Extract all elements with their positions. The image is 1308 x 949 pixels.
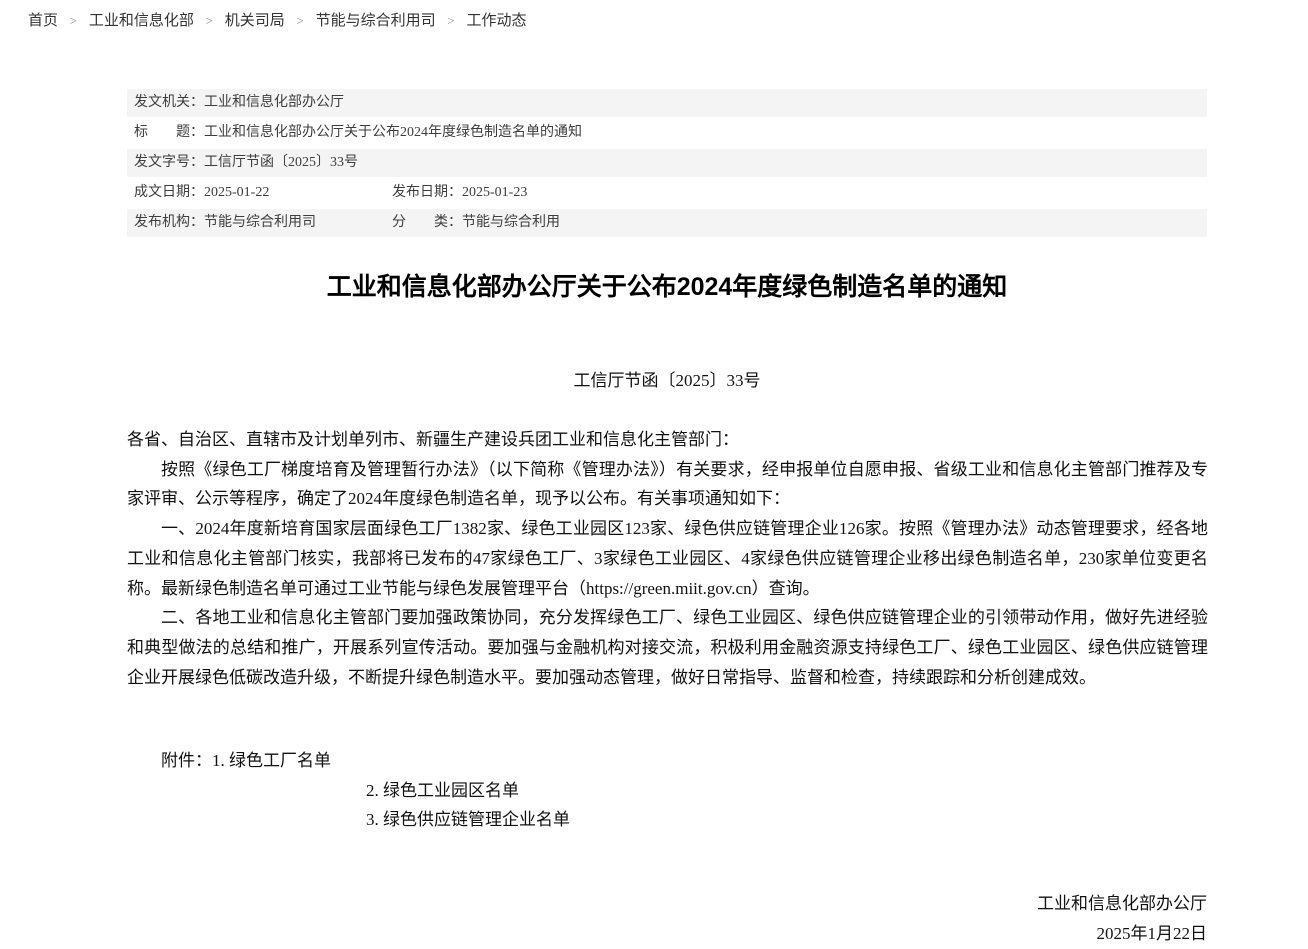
meta-label: 发布日期： [392,185,462,200]
meta-row-dates: 成文日期：2025-01-22 发布日期：2025-01-23 [127,179,1207,207]
attachment-link-green-factory[interactable]: 1. 绿色工厂名单 [212,751,331,770]
breadcrumb-miit[interactable]: 工业和信息化部 [89,13,194,29]
paragraph-item-2: 二、各地工业和信息化主管部门要加强政策协同，充分发挥绿色工厂、绿色工业园区、绿色… [127,603,1208,692]
paragraph-salutation: 各省、自治区、直辖市及计划单列市、新疆生产建设兵团工业和信息化主管部门： [127,425,1208,455]
document-page: { "breadcrumb": { "separator": ">", "ite… [0,0,1308,944]
attachment-line-3: 3. 绿色供应链管理企业名单 [127,805,1207,835]
meta-cell: 发文字号：工信厅节函〔2025〕33号 [134,149,358,177]
meta-cell-category: 分 类：节能与综合利用 [392,209,560,237]
breadcrumb: 首页 > 工业和信息化部 > 机关司局 > 节能与综合利用司 > 工作动态 [28,9,526,30]
page-title: 工业和信息化部办公厅关于公布2024年度绿色制造名单的通知 [127,270,1207,304]
meta-row-doc-number: 发文字号：工信厅节函〔2025〕33号 [127,149,1207,177]
meta-value: 2025-01-22 [204,185,269,200]
breadcrumb-separator: > [70,13,77,28]
meta-value: 2025-01-23 [462,185,527,200]
breadcrumb-separator: > [447,13,454,28]
meta-cell-publisher: 发布机构：节能与综合利用司 [134,209,392,237]
breadcrumb-work-news[interactable]: 工作动态 [466,13,526,29]
meta-row-issuing-org: 发文机关：工业和信息化部办公厅 [127,89,1207,117]
breadcrumb-home[interactable]: 首页 [28,13,58,29]
attachment-line-2: 2. 绿色工业园区名单 [127,776,1207,806]
meta-cell: 标 题：工业和信息化部办公厅关于公布2024年度绿色制造名单的通知 [134,119,582,147]
signature-date: 2025年1月22日 [127,919,1207,949]
meta-label: 发文机关： [134,95,204,110]
meta-label: 分 类： [392,215,462,230]
document-meta-table: 发文机关：工业和信息化部办公厅 标 题：工业和信息化部办公厅关于公布2024年度… [127,89,1207,239]
meta-value: 工业和信息化部办公厅关于公布2024年度绿色制造名单的通知 [204,125,582,140]
meta-cell-publish-date: 发布日期：2025-01-23 [392,179,527,207]
meta-label: 标 题： [134,125,204,140]
breadcrumb-departments[interactable]: 机关司局 [225,13,285,29]
meta-row-publisher-category: 发布机构：节能与综合利用司 分 类：节能与综合利用 [127,209,1207,237]
attachments-label: 附件： [161,751,212,770]
meta-label: 发文字号： [134,155,204,170]
meta-cell-written-date: 成文日期：2025-01-22 [134,179,392,207]
meta-value: 节能与综合利用 [462,215,560,230]
meta-cell: 发文机关：工业和信息化部办公厅 [134,89,344,117]
paragraph-intro: 按照《绿色工厂梯度培育及管理暂行办法》（以下简称《管理办法》）有关要求，经申报单… [127,455,1208,514]
meta-value: 工业和信息化部办公厅 [204,95,344,110]
document-number: 工信厅节函〔2025〕33号 [127,366,1207,395]
meta-value: 工信厅节函〔2025〕33号 [204,155,358,170]
breadcrumb-energy-dept[interactable]: 节能与综合利用司 [316,13,436,29]
breadcrumb-separator: > [206,13,213,28]
meta-value: 节能与综合利用司 [204,215,316,230]
signature-block: 工业和信息化部办公厅 2025年1月22日 [127,889,1207,949]
attachments-section: 附件：1. 绿色工厂名单 2. 绿色工业园区名单 3. 绿色供应链管理企业名单 [127,746,1207,835]
meta-label: 成文日期： [134,185,204,200]
article-body: 各省、自治区、直辖市及计划单列市、新疆生产建设兵团工业和信息化主管部门： 按照《… [127,425,1208,692]
meta-row-title: 标 题：工业和信息化部办公厅关于公布2024年度绿色制造名单的通知 [127,119,1207,147]
attachment-link-green-supply-chain[interactable]: 3. 绿色供应链管理企业名单 [366,810,570,829]
meta-label: 发布机构： [134,215,204,230]
paragraph-item-1: 一、2024年度新培育国家层面绿色工厂1382家、绿色工业园区123家、绿色供应… [127,514,1208,603]
signature-org: 工业和信息化部办公厅 [127,889,1207,919]
attachment-link-green-industrial-park[interactable]: 2. 绿色工业园区名单 [366,781,519,800]
attachment-line-1: 附件：1. 绿色工厂名单 [127,746,1207,776]
breadcrumb-separator: > [296,13,303,28]
